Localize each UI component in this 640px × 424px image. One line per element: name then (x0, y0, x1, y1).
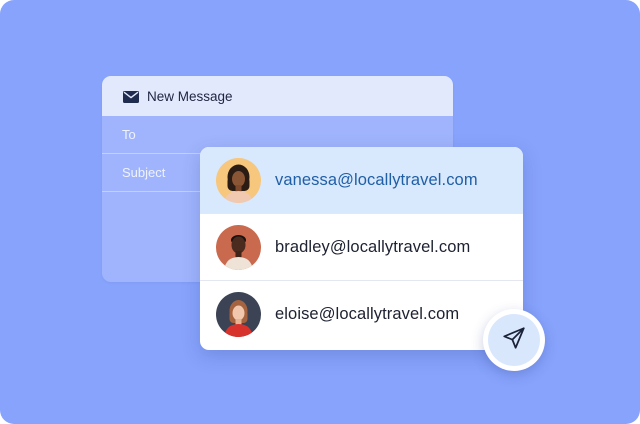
canvas: New Message To Subject vanessa@locallytr… (0, 0, 640, 424)
contact-item-vanessa[interactable]: vanessa@locallytravel.com (200, 147, 523, 214)
subject-label: Subject (122, 165, 166, 180)
send-icon (501, 325, 527, 356)
to-label: To (122, 127, 136, 142)
compose-title: New Message (147, 88, 233, 104)
envelope-icon (123, 90, 139, 103)
compose-header: New Message (102, 76, 453, 116)
contact-email: vanessa@locallytravel.com (275, 170, 478, 189)
contact-item-eloise[interactable]: eloise@locallytravel.com (200, 281, 523, 348)
avatar (216, 292, 261, 337)
send-button-face (488, 314, 540, 366)
avatar (216, 157, 261, 203)
recipient-suggestions: vanessa@locallytravel.com bradley@locall… (200, 147, 523, 350)
send-button[interactable] (483, 309, 545, 371)
contact-email: eloise@locallytravel.com (275, 305, 460, 323)
avatar (216, 224, 261, 270)
contact-email: bradley@locallytravel.com (275, 237, 471, 256)
contact-item-bradley[interactable]: bradley@locallytravel.com (200, 214, 523, 281)
